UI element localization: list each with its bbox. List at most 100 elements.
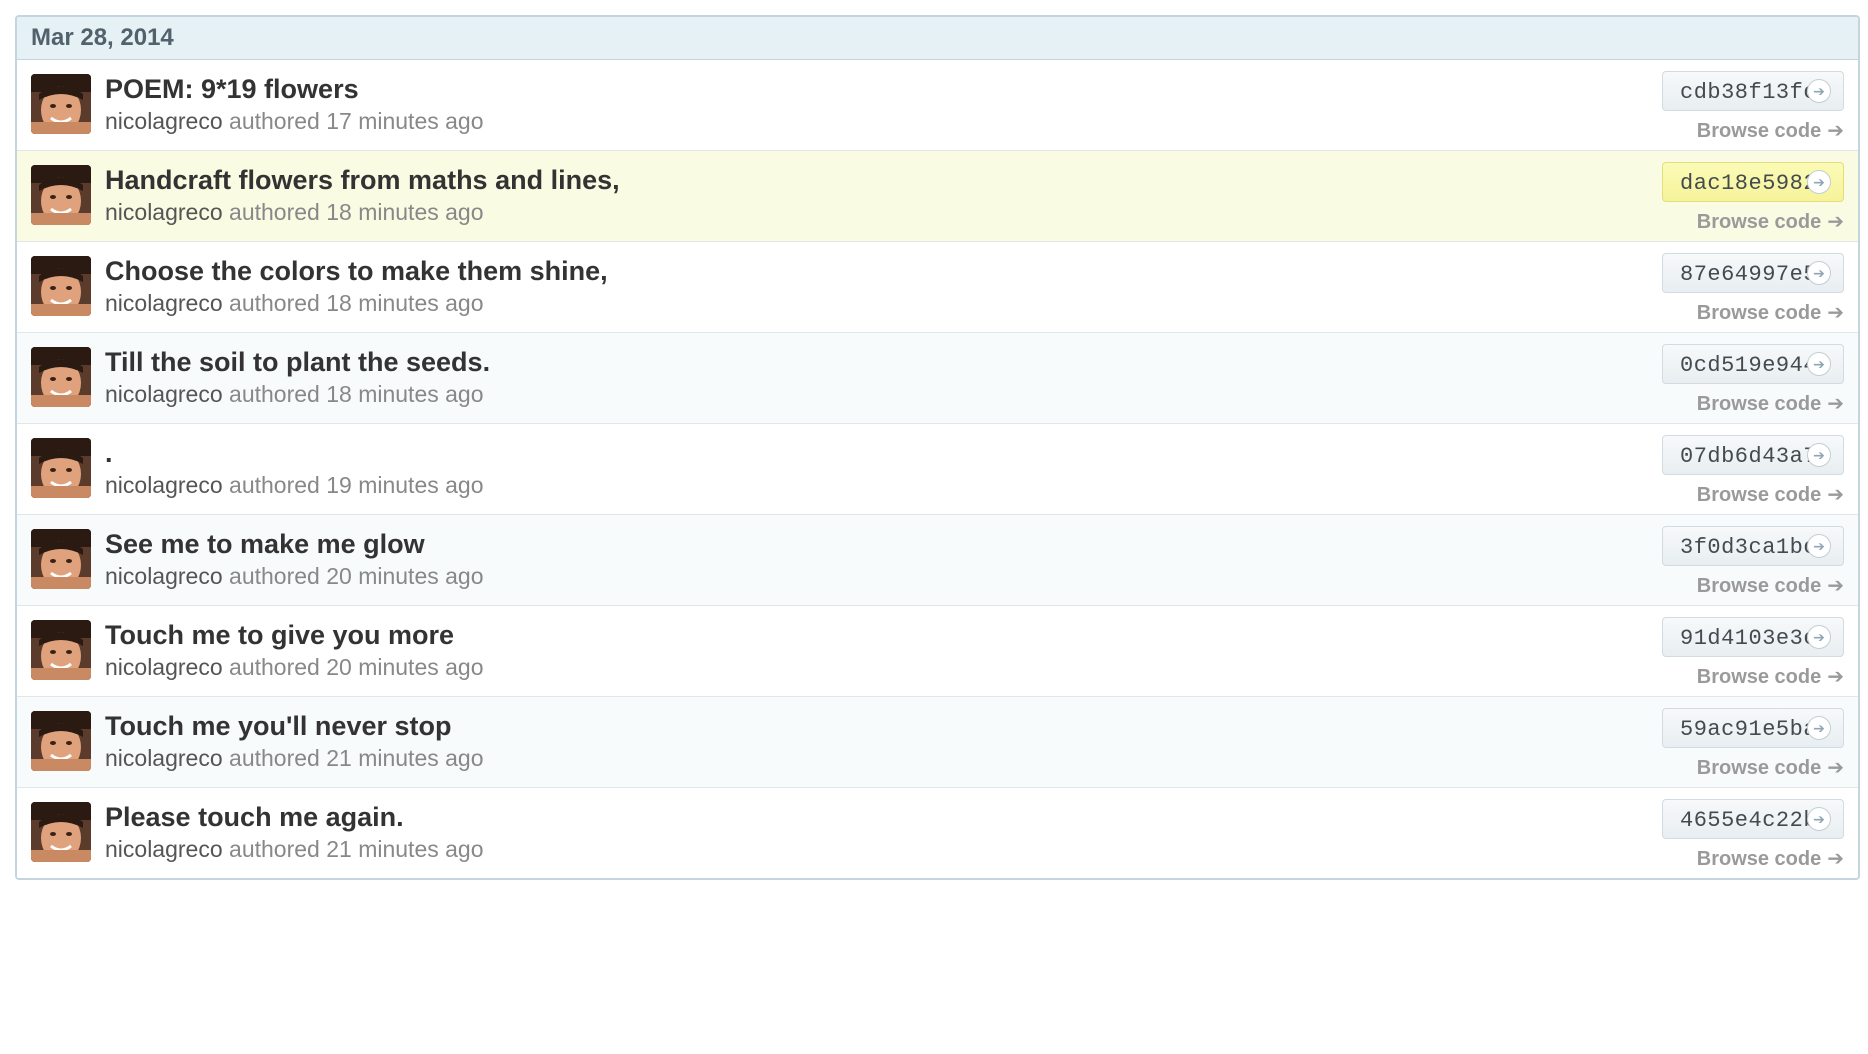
commit-sha-button[interactable]: 3f0d3ca1bc ➔: [1662, 526, 1844, 566]
commit-action: authored: [229, 199, 320, 225]
browse-code-label: Browse code: [1696, 393, 1822, 415]
commit-meta: nicolagreco authored 18 minutes ago: [105, 290, 484, 317]
commit-sha: 0cd519e944: [1680, 353, 1818, 378]
commit-message[interactable]: Touch me to give you more: [105, 620, 454, 651]
commit-message[interactable]: Choose the colors to make them shine,: [105, 256, 608, 287]
commit-message[interactable]: Touch me you'll never stop: [105, 711, 451, 742]
commit-message[interactable]: .: [105, 438, 113, 469]
commit-author[interactable]: nicolagreco: [105, 836, 223, 862]
avatar[interactable]: [31, 74, 91, 134]
browse-code-link[interactable]: Browse code ➔: [1697, 482, 1844, 507]
commit-author[interactable]: nicolagreco: [105, 563, 223, 589]
commit-sha: cdb38f13fc: [1680, 80, 1818, 105]
commit-meta: nicolagreco authored 18 minutes ago: [105, 199, 484, 226]
commit-sha: 87e64997e5: [1680, 262, 1818, 287]
browse-code-label: Browse code: [1696, 757, 1822, 779]
commit-meta: nicolagreco authored 21 minutes ago: [105, 745, 484, 772]
commit-row: Till the soil to plant the seeds. nicola…: [17, 333, 1858, 424]
commit-time: 18 minutes ago: [326, 381, 484, 407]
browse-code-link[interactable]: Browse code ➔: [1697, 209, 1844, 234]
avatar[interactable]: [31, 165, 91, 225]
arrow-right-icon: ➔: [1827, 757, 1844, 779]
commit-message[interactable]: Handcraft flowers from maths and lines,: [105, 165, 620, 196]
arrow-right-icon: ➔: [1827, 666, 1844, 688]
commit-action: authored: [229, 745, 320, 771]
commit-row: Touch me you'll never stop nicolagreco a…: [17, 697, 1858, 788]
avatar[interactable]: [31, 347, 91, 407]
avatar[interactable]: [31, 802, 91, 862]
arrow-right-icon: ➔: [1807, 261, 1831, 285]
arrow-right-icon: ➔: [1827, 393, 1844, 415]
commit-author[interactable]: nicolagreco: [105, 108, 223, 134]
commit-message[interactable]: Please touch me again.: [105, 802, 404, 833]
commit-row: Handcraft flowers from maths and lines, …: [17, 151, 1858, 242]
arrow-right-icon: ➔: [1807, 352, 1831, 376]
browse-code-link[interactable]: Browse code ➔: [1697, 846, 1844, 871]
arrow-right-icon: ➔: [1827, 211, 1844, 233]
arrow-right-icon: ➔: [1807, 534, 1831, 558]
commit-message[interactable]: See me to make me glow: [105, 529, 425, 560]
commit-row: Choose the colors to make them shine, ni…: [17, 242, 1858, 333]
commit-sha-button[interactable]: 59ac91e5ba ➔: [1662, 708, 1844, 748]
browse-code-label: Browse code: [1696, 484, 1822, 506]
commit-sha: 07db6d43a7: [1680, 444, 1818, 469]
commit-author[interactable]: nicolagreco: [105, 381, 223, 407]
browse-code-label: Browse code: [1696, 120, 1822, 142]
commit-row: . nicolagreco authored 19 minutes ago 07…: [17, 424, 1858, 515]
commit-meta: nicolagreco authored 20 minutes ago: [105, 563, 484, 590]
browse-code-link[interactable]: Browse code ➔: [1697, 118, 1844, 143]
commit-sha-button[interactable]: cdb38f13fc ➔: [1662, 71, 1844, 111]
commit-sha: 4655e4c22b: [1680, 808, 1818, 833]
commit-meta: nicolagreco authored 20 minutes ago: [105, 654, 484, 681]
commit-author[interactable]: nicolagreco: [105, 745, 223, 771]
avatar[interactable]: [31, 256, 91, 316]
commit-action: authored: [229, 654, 320, 680]
commit-time: 21 minutes ago: [326, 745, 484, 771]
commit-row: Please touch me again. nicolagreco autho…: [17, 788, 1858, 878]
commit-row: POEM: 9*19 flowers nicolagreco authored …: [17, 60, 1858, 151]
commit-list: POEM: 9*19 flowers nicolagreco authored …: [17, 60, 1858, 878]
browse-code-link[interactable]: Browse code ➔: [1697, 664, 1844, 689]
commit-author[interactable]: nicolagreco: [105, 199, 223, 225]
commit-time: 20 minutes ago: [326, 654, 484, 680]
commit-sha-button[interactable]: dac18e5982 ➔: [1662, 162, 1844, 202]
commit-meta: nicolagreco authored 17 minutes ago: [105, 108, 484, 135]
commit-message[interactable]: POEM: 9*19 flowers: [105, 74, 359, 105]
commit-sha-button[interactable]: 91d4103e3e ➔: [1662, 617, 1844, 657]
commit-action: authored: [229, 472, 320, 498]
avatar[interactable]: [31, 620, 91, 680]
commit-time: 18 minutes ago: [326, 290, 484, 316]
commit-author[interactable]: nicolagreco: [105, 290, 223, 316]
browse-code-link[interactable]: Browse code ➔: [1697, 573, 1844, 598]
browse-code-link[interactable]: Browse code ➔: [1697, 755, 1844, 780]
arrow-right-icon: ➔: [1827, 484, 1844, 506]
browse-code-link[interactable]: Browse code ➔: [1697, 391, 1844, 416]
commit-sha-button[interactable]: 4655e4c22b ➔: [1662, 799, 1844, 839]
commit-time: 21 minutes ago: [326, 836, 484, 862]
commit-time: 17 minutes ago: [326, 108, 484, 134]
arrow-right-icon: ➔: [1807, 807, 1831, 831]
browse-code-label: Browse code: [1696, 666, 1822, 688]
commit-sha-button[interactable]: 87e64997e5 ➔: [1662, 253, 1844, 293]
arrow-right-icon: ➔: [1827, 302, 1844, 324]
arrow-right-icon: ➔: [1807, 443, 1831, 467]
arrow-right-icon: ➔: [1807, 716, 1831, 740]
commit-author[interactable]: nicolagreco: [105, 472, 223, 498]
browse-code-label: Browse code: [1696, 211, 1822, 233]
commit-group: Mar 28, 2014 POEM: 9*19 flowers nicolagr…: [15, 15, 1860, 880]
commit-sha-button[interactable]: 07db6d43a7 ➔: [1662, 435, 1844, 475]
commit-time: 19 minutes ago: [326, 472, 484, 498]
commit-sha-button[interactable]: 0cd519e944 ➔: [1662, 344, 1844, 384]
arrow-right-icon: ➔: [1827, 848, 1844, 870]
avatar[interactable]: [31, 438, 91, 498]
arrow-right-icon: ➔: [1807, 170, 1831, 194]
avatar[interactable]: [31, 711, 91, 771]
commit-message[interactable]: Till the soil to plant the seeds.: [105, 347, 490, 378]
commit-action: authored: [229, 381, 320, 407]
avatar[interactable]: [31, 529, 91, 589]
commit-row: See me to make me glow nicolagreco autho…: [17, 515, 1858, 606]
commit-meta: nicolagreco authored 21 minutes ago: [105, 836, 484, 863]
commit-sha: 59ac91e5ba: [1680, 717, 1818, 742]
commit-author[interactable]: nicolagreco: [105, 654, 223, 680]
browse-code-link[interactable]: Browse code ➔: [1697, 300, 1844, 325]
